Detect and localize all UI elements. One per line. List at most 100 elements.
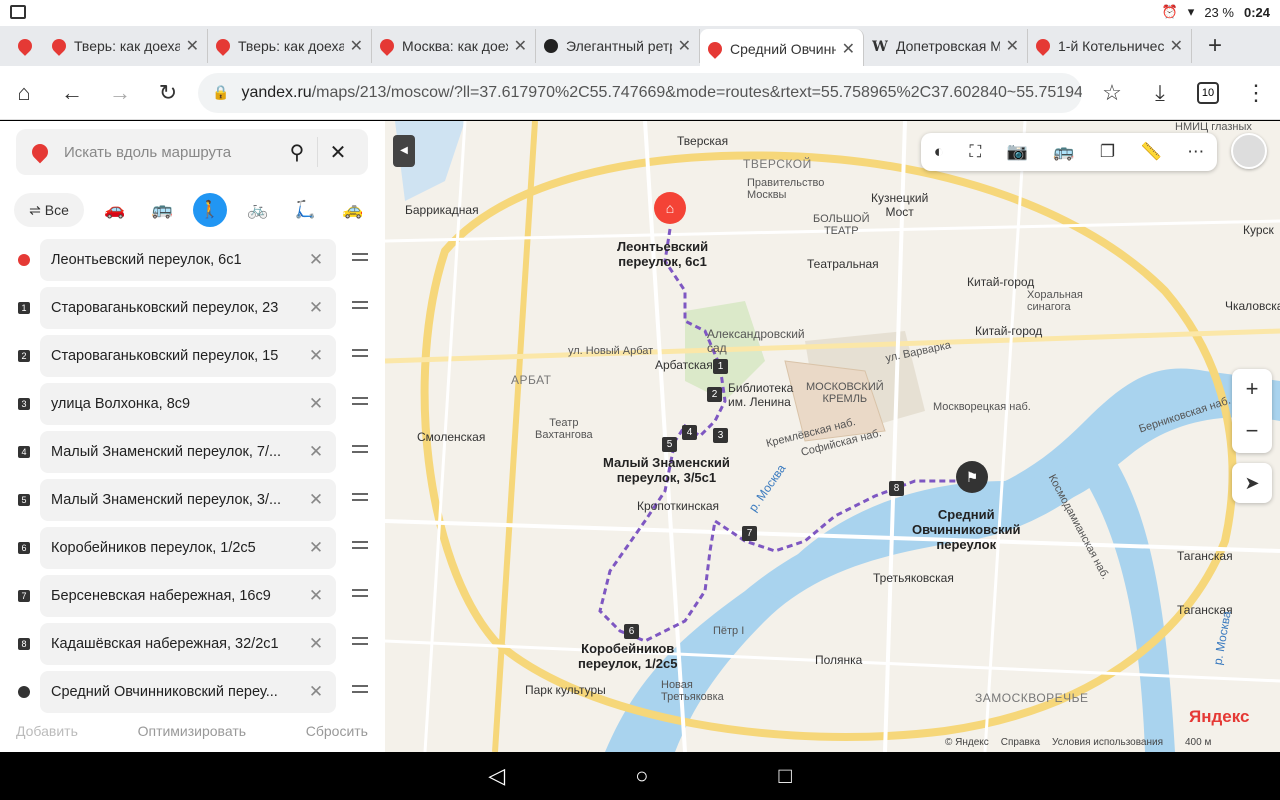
- close-tab-icon[interactable]: ✕: [186, 36, 199, 56]
- layers-icon[interactable]: ◐: [934, 142, 944, 162]
- drag-handle-icon[interactable]: [352, 445, 368, 453]
- tab-5[interactable]: W Допетровская Москва ✕: [864, 29, 1028, 63]
- close-tab-icon[interactable]: ✕: [1170, 36, 1183, 56]
- map-layers-icon[interactable]: ❐: [1100, 142, 1115, 162]
- tab-0[interactable]: Тверь: как доехать ✕: [44, 29, 208, 63]
- back-icon[interactable]: ←: [48, 80, 96, 106]
- terms-link[interactable]: Условия использования: [1052, 737, 1163, 748]
- tab-3[interactable]: Элегантный ретро ✕: [536, 29, 700, 63]
- remove-waypoint-icon[interactable]: ✕: [296, 634, 336, 654]
- drag-handle-icon[interactable]: [352, 493, 368, 501]
- close-tab-icon[interactable]: ✕: [842, 39, 855, 59]
- waypoint-marker: 6: [18, 542, 30, 554]
- forward-icon[interactable]: →: [96, 80, 144, 106]
- route-point-5[interactable]: 5: [662, 437, 677, 452]
- help-link[interactable]: Справка: [1001, 737, 1040, 748]
- download-icon[interactable]: ⤓: [1136, 80, 1184, 106]
- user-avatar[interactable]: [1231, 133, 1267, 169]
- nav-recents-icon[interactable]: □: [778, 763, 791, 789]
- camera-icon[interactable]: 📷: [1007, 142, 1028, 162]
- drag-handle-icon[interactable]: [352, 685, 368, 693]
- home-icon[interactable]: ⌂: [0, 80, 48, 106]
- label-biblioteka: Библиотека им. Ленина: [728, 381, 794, 409]
- collapse-panel-button[interactable]: ◀: [393, 135, 415, 167]
- drag-handle-icon[interactable]: [352, 637, 368, 645]
- add-waypoint-button[interactable]: Добавить: [16, 723, 78, 739]
- remove-waypoint-icon[interactable]: ✕: [296, 538, 336, 558]
- close-tab-icon[interactable]: ✕: [678, 36, 691, 56]
- waypoint-field[interactable]: улица Волхонка, 8с9 ✕: [40, 383, 336, 425]
- zoom-out-button[interactable]: −: [1232, 411, 1272, 453]
- map-view[interactable]: ◀ ⌂ ⚑ 1 2 3 4 5 6 7 8 Леонтьевский переу…: [385, 121, 1280, 752]
- label-chkalovskaya: Чкаловская: [1225, 299, 1280, 313]
- route-search[interactable]: Искать вдоль маршрута ⚲ ✕: [16, 129, 368, 175]
- close-tab-icon[interactable]: ✕: [514, 36, 527, 56]
- pedestrian-icon[interactable]: 🚶: [192, 193, 227, 227]
- waypoint-field[interactable]: Староваганьковский переулок, 23 ✕: [40, 287, 336, 329]
- waypoint-field[interactable]: Староваганьковский переулок, 15 ✕: [40, 335, 336, 377]
- tab-1[interactable]: Тверь: как доехать ✕: [208, 29, 372, 63]
- nav-back-icon[interactable]: ◁: [488, 763, 505, 789]
- route-point-7[interactable]: 7: [742, 526, 757, 541]
- route-finish-marker[interactable]: ⚑: [956, 461, 988, 493]
- bus-icon[interactable]: 🚌: [145, 193, 179, 227]
- remove-waypoint-icon[interactable]: ✕: [296, 586, 336, 606]
- waypoint-field[interactable]: Малый Знаменский переулок, 3/... ✕: [40, 479, 336, 521]
- locate-me-icon[interactable]: ➤: [1232, 463, 1272, 503]
- ruler-icon[interactable]: 📏: [1141, 142, 1162, 162]
- reload-icon[interactable]: ↻: [144, 80, 192, 106]
- car-icon[interactable]: 🚗: [98, 193, 132, 227]
- waypoint-field[interactable]: Коробейников переулок, 1/2с5 ✕: [40, 527, 336, 569]
- tab-2[interactable]: Москва: как доехать ✕: [372, 29, 536, 63]
- more-icon[interactable]: ⋯: [1187, 142, 1204, 162]
- bookmark-star-icon[interactable]: ☆: [1088, 80, 1136, 106]
- remove-waypoint-icon[interactable]: ✕: [296, 490, 336, 510]
- remove-waypoint-icon[interactable]: ✕: [296, 682, 336, 702]
- route-point-8[interactable]: 8: [889, 481, 904, 496]
- waypoint-field[interactable]: Средний Овчинниковский переу... ✕: [40, 671, 336, 713]
- tab-6[interactable]: 1-й Котельнический ✕: [1028, 29, 1192, 63]
- drag-handle-icon[interactable]: [352, 397, 368, 405]
- route-start-marker[interactable]: ⌂: [654, 192, 686, 224]
- scooter-icon[interactable]: 🛴: [288, 193, 322, 227]
- waypoint-field[interactable]: Малый Знаменский переулок, 7/... ✕: [40, 431, 336, 473]
- close-tab-icon[interactable]: ✕: [1006, 36, 1019, 56]
- drag-handle-icon[interactable]: [352, 301, 368, 309]
- reset-button[interactable]: Сбросить: [306, 723, 368, 739]
- panorama-icon[interactable]: ⛶: [969, 142, 981, 162]
- drag-handle-icon[interactable]: [352, 589, 368, 597]
- close-icon[interactable]: ✕: [318, 140, 358, 165]
- waypoint-field[interactable]: Леонтьевский переулок, 6с1 ✕: [40, 239, 336, 281]
- route-point-4[interactable]: 4: [682, 425, 697, 440]
- drag-handle-icon[interactable]: [352, 349, 368, 357]
- route-point-1[interactable]: 1: [713, 359, 728, 374]
- taxi-icon[interactable]: 🚕: [336, 193, 370, 227]
- route-point-2[interactable]: 2: [707, 387, 722, 402]
- address-bar[interactable]: 🔒 yandex.ru/maps/213/moscow/?ll=37.61797…: [198, 72, 1082, 113]
- remove-waypoint-icon[interactable]: ✕: [296, 250, 336, 270]
- waypoint-field[interactable]: Берсеневская набережная, 16с9 ✕: [40, 575, 336, 617]
- search-icon[interactable]: ⚲: [277, 140, 317, 165]
- new-tab-icon[interactable]: +: [1208, 32, 1222, 60]
- route-point-6[interactable]: 6: [624, 624, 639, 639]
- menu-icon[interactable]: ⋮: [1232, 80, 1280, 106]
- remove-waypoint-icon[interactable]: ✕: [296, 442, 336, 462]
- nav-home-icon[interactable]: ○: [635, 763, 648, 789]
- route-point-3[interactable]: 3: [713, 428, 728, 443]
- remove-waypoint-icon[interactable]: ✕: [296, 346, 336, 366]
- remove-waypoint-icon[interactable]: ✕: [296, 394, 336, 414]
- tab-4[interactable]: Средний Овчинников ✕: [700, 29, 864, 69]
- drag-handle-icon[interactable]: [352, 253, 368, 261]
- transit-icon[interactable]: 🚌: [1053, 142, 1074, 162]
- mode-all[interactable]: ⇌ Все: [14, 193, 84, 227]
- zoom-in-button[interactable]: +: [1232, 369, 1272, 411]
- route-search-input[interactable]: Искать вдоль маршрута: [64, 144, 277, 161]
- drag-handle-icon[interactable]: [352, 541, 368, 549]
- optimize-button[interactable]: Оптимизировать: [138, 723, 246, 739]
- tab-count-button[interactable]: 10: [1197, 81, 1219, 104]
- bicycle-icon[interactable]: 🚲: [241, 193, 275, 227]
- waypoint-field[interactable]: Кадашёвская набережная, 32/2с1 ✕: [40, 623, 336, 665]
- remove-waypoint-icon[interactable]: ✕: [296, 298, 336, 318]
- tab-favicon-only[interactable]: [8, 29, 44, 63]
- close-tab-icon[interactable]: ✕: [350, 36, 363, 56]
